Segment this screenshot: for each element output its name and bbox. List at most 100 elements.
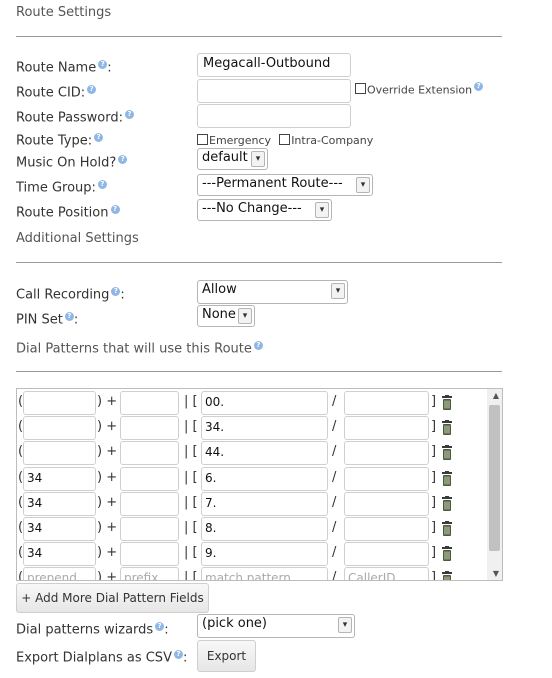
prepend-input[interactable] <box>23 391 96 415</box>
slash: / <box>332 570 337 581</box>
additional-settings-heading: Additional Settings <box>16 231 139 246</box>
dial-pattern-row: (34) + | [7. /] <box>17 491 487 516</box>
prepend-input[interactable]: 34 <box>23 491 96 516</box>
scrollbar-thumb[interactable] <box>489 405 500 551</box>
prepend-input[interactable] <box>23 416 96 441</box>
chevron-down-icon: ▾ <box>331 283 345 299</box>
prefix-input[interactable] <box>120 416 179 441</box>
override-extension-checkbox[interactable] <box>355 83 366 95</box>
help-icon[interactable]: ? <box>474 82 484 91</box>
match-pattern-input[interactable]: 34. <box>201 416 328 441</box>
prefix-input[interactable] <box>120 517 179 541</box>
pipe-bracket: | [ <box>184 394 198 409</box>
help-icon[interactable]: ? <box>124 110 134 119</box>
callerid-input[interactable]: CallerID <box>344 567 429 580</box>
prefix-input[interactable] <box>120 441 179 466</box>
trash-icon[interactable] <box>441 420 453 436</box>
match-pattern-input[interactable]: 9. <box>201 542 328 567</box>
match-pattern-input[interactable]: 44. <box>201 441 328 466</box>
music-on-hold-label: Music On Hold?? <box>16 155 128 170</box>
slash: / <box>332 545 337 561</box>
export-csv-label: Export Dialplans as CSV?: <box>16 650 188 666</box>
close-bracket: ] <box>431 469 437 485</box>
pin-set-label: PIN Set?: <box>16 312 79 328</box>
trash-icon[interactable] <box>441 495 453 512</box>
intra-company-checkbox[interactable] <box>279 134 291 145</box>
prefix-input[interactable] <box>120 542 179 567</box>
dial-wizards-select[interactable]: (pick one) ▾ <box>197 614 355 638</box>
callerid-input[interactable] <box>344 441 429 466</box>
help-icon[interactable]: ? <box>98 60 108 69</box>
pin-set-select[interactable]: None ▾ <box>197 305 255 327</box>
dial-pattern-list[interactable]: () + | [00. /]() + | [34. /]() + | [44. /](34)… <box>16 388 503 581</box>
trash-icon[interactable] <box>441 445 453 461</box>
pipe-bracket: | [ <box>184 444 198 460</box>
time-group-select[interactable]: ---Permanent Route--- ▾ <box>197 174 373 196</box>
export-button[interactable]: Export <box>197 640 256 672</box>
close-paren-plus: ) + <box>97 419 118 435</box>
chevron-down-icon: ▾ <box>338 617 352 633</box>
callerid-input[interactable] <box>344 517 429 541</box>
route-cid-label: Route CID:? <box>16 85 97 100</box>
route-password-label: Route Password:? <box>16 110 134 125</box>
match-pattern-input[interactable]: 7. <box>201 491 328 516</box>
pipe-bracket: | [ <box>184 545 198 561</box>
trash-icon[interactable] <box>441 470 453 487</box>
dial-pattern-row: (34) + | [9. /] <box>17 542 487 567</box>
route-password-input[interactable] <box>197 104 351 128</box>
help-icon[interactable]: ? <box>64 312 74 321</box>
scroll-up-icon[interactable]: ▲ <box>493 391 499 400</box>
prepend-input[interactable] <box>23 441 96 466</box>
help-icon[interactable]: ? <box>118 155 128 164</box>
trash-icon[interactable] <box>441 395 453 411</box>
close-paren-plus: ) + <box>97 570 118 581</box>
match-pattern-input[interactable]: 6. <box>201 466 328 491</box>
route-position-select[interactable]: ---No Change--- ▾ <box>197 199 332 221</box>
prepend-input[interactable]: prepend <box>23 567 96 580</box>
match-pattern-input[interactable]: 8. <box>201 517 328 541</box>
close-paren-plus: ) + <box>97 444 118 460</box>
help-icon[interactable]: ? <box>253 341 263 350</box>
dial-pattern-row: (34) + | [6. /] <box>17 466 487 491</box>
prefix-input[interactable] <box>120 466 179 491</box>
match-pattern-input[interactable]: match pattern <box>201 567 328 580</box>
chevron-down-icon: ▾ <box>315 202 329 218</box>
trash-icon[interactable] <box>441 521 453 537</box>
dial-patterns-heading: Dial Patterns that will use this Route? <box>16 341 263 356</box>
pipe-bracket: | [ <box>184 469 198 485</box>
callerid-input[interactable] <box>344 416 429 441</box>
help-icon[interactable]: ? <box>110 205 120 214</box>
route-name-input[interactable]: Megacall-Outbound <box>197 53 351 77</box>
slash: / <box>332 520 337 535</box>
callerid-input[interactable] <box>344 391 429 415</box>
callerid-input[interactable] <box>344 491 429 516</box>
prepend-input[interactable]: 34 <box>23 466 96 491</box>
match-pattern-input[interactable]: 00. <box>201 391 328 415</box>
help-icon[interactable]: ? <box>173 650 183 659</box>
help-icon[interactable]: ? <box>87 85 97 94</box>
trash-icon[interactable] <box>441 571 453 580</box>
divider <box>16 371 502 372</box>
prefix-input[interactable]: prefix <box>120 567 179 580</box>
callerid-input[interactable] <box>344 466 429 491</box>
prefix-input[interactable] <box>120 491 179 516</box>
pipe-bracket: | [ <box>184 520 198 535</box>
close-paren-plus: ) + <box>97 520 118 535</box>
slash: / <box>332 394 337 409</box>
music-on-hold-select[interactable]: default ▾ <box>197 148 268 170</box>
callerid-input[interactable] <box>344 542 429 567</box>
emergency-checkbox[interactable] <box>197 134 208 145</box>
prepend-input[interactable]: 34 <box>23 517 96 541</box>
scrollbar[interactable]: ▲ ▼ <box>487 389 502 580</box>
trash-icon[interactable] <box>441 546 453 562</box>
help-icon[interactable]: ? <box>155 622 165 631</box>
prefix-input[interactable] <box>120 391 179 415</box>
close-bracket: ] <box>431 520 437 535</box>
route-cid-input[interactable] <box>197 79 351 103</box>
help-icon[interactable]: ? <box>94 133 104 142</box>
call-recording-select[interactable]: Allow ▾ <box>197 280 348 304</box>
scroll-down-icon[interactable]: ▼ <box>493 569 499 578</box>
help-icon[interactable]: ? <box>97 180 107 189</box>
prepend-input[interactable]: 34 <box>23 542 96 567</box>
add-more-dial-patterns-button[interactable]: + Add More Dial Pattern Fields <box>16 583 209 613</box>
